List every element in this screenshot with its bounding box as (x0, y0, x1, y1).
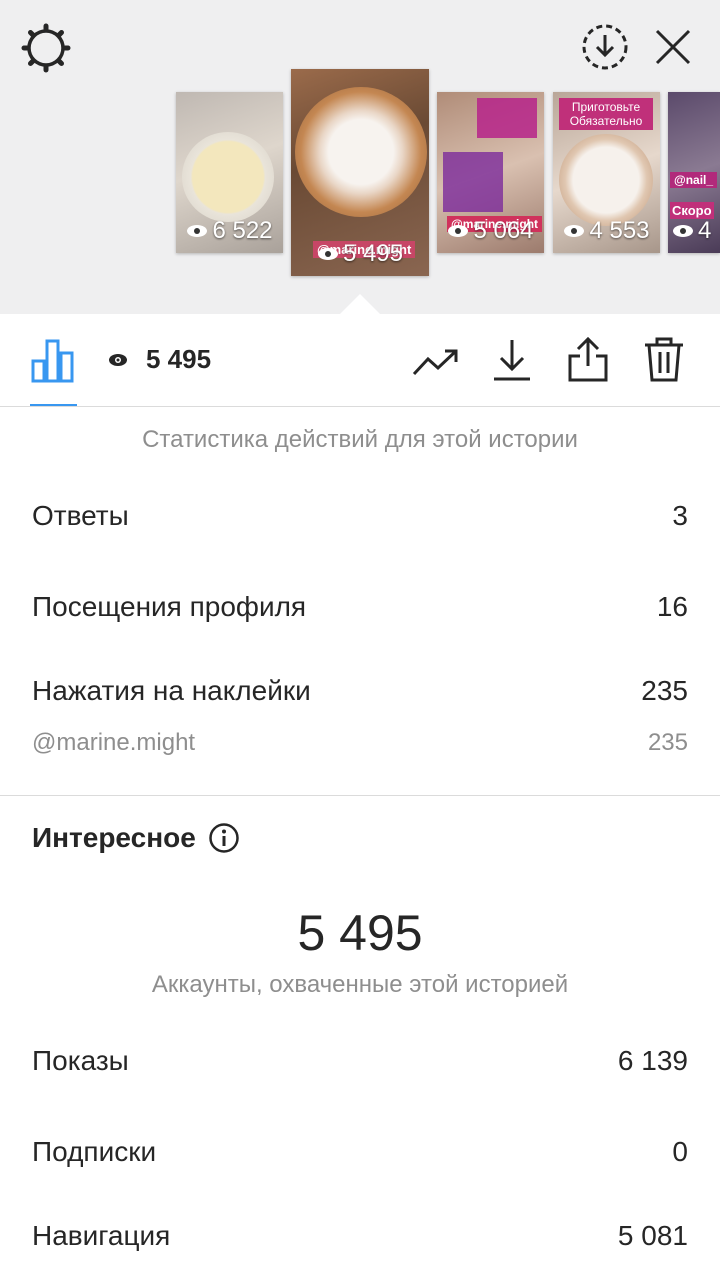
stat-value: 16 (656, 591, 688, 622)
settings-button[interactable] (18, 20, 74, 76)
stat-label: Нажатия на наклейки (32, 675, 311, 706)
stat-label: Подписки (32, 1136, 157, 1167)
stat-row-follows: Подписки 0 (32, 1136, 688, 1168)
download-icon (494, 340, 530, 381)
stat-value: 6 139 (617, 1045, 688, 1076)
text-overlay (477, 98, 537, 138)
story-toolbar: 5 495 (0, 314, 720, 407)
food-image (295, 87, 427, 217)
share-icon (568, 336, 608, 382)
stat-label: Ответы (32, 500, 129, 531)
trash-icon (645, 337, 683, 382)
stat-row-replies: Ответы 3 (32, 500, 688, 532)
reach-label: Аккаунты, охваченные этой историей (151, 971, 569, 998)
stat-row-sticker-mention: @marine.might 235 (32, 729, 688, 757)
story-carousel-area: 6 522 @marine.might 5 495 @marine.might … (0, 0, 720, 314)
text-overlay (443, 152, 503, 212)
promote-button[interactable] (410, 340, 462, 384)
stat-value: 5 081 (617, 1220, 688, 1251)
reach-value: 5 495 (297, 905, 423, 961)
stat-value: 3 (672, 500, 688, 531)
eye-icon (673, 225, 693, 237)
stat-row-sticker-taps: Нажатия на наклейки 235 (32, 675, 688, 707)
insights-tab[interactable] (30, 336, 76, 384)
info-icon[interactable] (208, 822, 240, 854)
close-button[interactable] (648, 22, 698, 72)
stat-value: 0 (672, 1136, 688, 1167)
close-icon (655, 29, 691, 65)
story-thumbnail[interactable]: @nail_ Скоро 4 (668, 92, 720, 253)
download-all-button[interactable] (578, 20, 632, 74)
stat-label: @marine.might (32, 729, 196, 756)
eye-icon (109, 353, 127, 366)
divider (0, 795, 720, 796)
active-tab-indicator (30, 404, 77, 406)
views-count: 5 495 (108, 344, 211, 375)
story-caption: Приготовьте Обязательно (559, 98, 653, 130)
eye-icon (187, 225, 208, 237)
gear-icon (21, 23, 71, 73)
section-caption: Статистика действий для этой истории (142, 426, 578, 453)
eye-icon (317, 248, 338, 260)
discovery-title: Интересное (32, 822, 196, 853)
mention-sticker: @nail_ (670, 172, 718, 188)
delete-button[interactable] (640, 334, 688, 384)
circle-download-icon (582, 24, 628, 70)
bar-chart-icon (31, 339, 74, 383)
save-button[interactable] (488, 336, 536, 384)
story-views: 4 (668, 217, 720, 245)
discovery-header: Интересное (32, 822, 240, 854)
eye-icon (448, 225, 469, 237)
food-image (559, 134, 653, 226)
story-thumbnail-selected[interactable]: @marine.might 5 495 (291, 69, 429, 276)
story-thumbnail[interactable]: Приготовьте Обязательно 4 553 (553, 92, 660, 253)
story-views: 5 495 (291, 240, 429, 268)
selected-story-pointer (340, 294, 380, 314)
story-views: 5 064 (437, 217, 544, 245)
stat-label: Посещения профиля (32, 591, 307, 622)
story-thumbnail[interactable]: 6 522 (176, 92, 283, 253)
stat-label: Навигация (32, 1220, 171, 1251)
trending-up-icon (412, 349, 458, 376)
stat-row-navigation: Навигация 5 081 (32, 1220, 688, 1252)
stat-value: 235 (647, 729, 688, 756)
story-views: 4 553 (553, 217, 660, 245)
stat-row-profile-visits: Посещения профиля 16 (32, 591, 688, 623)
stat-label: Показы (32, 1045, 129, 1076)
story-thumbnail[interactable]: @marine.might 5 064 (437, 92, 544, 253)
stat-value: 235 (641, 675, 688, 706)
story-views: 6 522 (176, 217, 283, 245)
share-button[interactable] (564, 334, 612, 384)
eye-icon (564, 225, 585, 237)
food-image (182, 132, 274, 222)
stat-row-impressions: Показы 6 139 (32, 1045, 688, 1077)
